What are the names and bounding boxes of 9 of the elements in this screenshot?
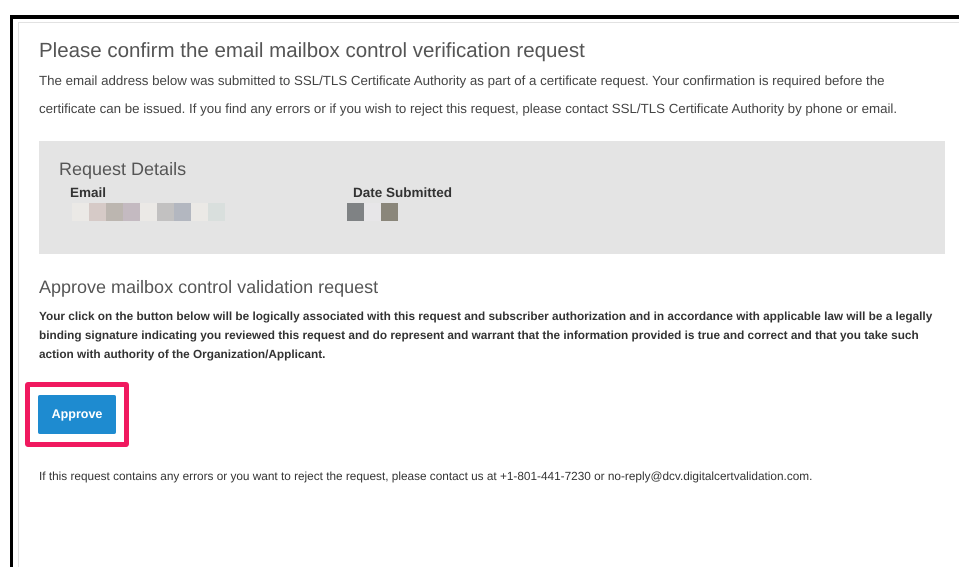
footer-text: If this request contains any errors or you want to reject the request, please contact us at +1-801-441-7230 or no-reply@dcv.digitalcertvalidation.com. bbox=[39, 468, 814, 485]
details-heading: Request Details bbox=[59, 158, 188, 181]
field-label: Date Submitted bbox=[353, 185, 452, 201]
approve-heading: Approve mailbox control validation request bbox=[39, 276, 380, 299]
page-title: Please confirm the email mailbox control verification request bbox=[39, 38, 586, 64]
approval-notice: Your click on the button below will be logically associated with this request and subscriber authorization and in accordance with applicable law will be a legally binding signature indicating you reviewed this request and do represent and warrant that the information provided is true and correct and that you take such action with authority of the Organization/Applicant. bbox=[39, 308, 934, 363]
approve-button[interactable]: Approve bbox=[38, 395, 116, 434]
field-label: Email bbox=[70, 185, 108, 201]
intro-paragraph: The email address below was submitted to SSL/TLS Certificate Authority as part of a certificate request. Your confirmation is required before the certificate can be issued. If you find any errors or if you wish to reject this request, please contact SSL/TLS Certificate Authority by phone or email. bbox=[39, 72, 898, 118]
